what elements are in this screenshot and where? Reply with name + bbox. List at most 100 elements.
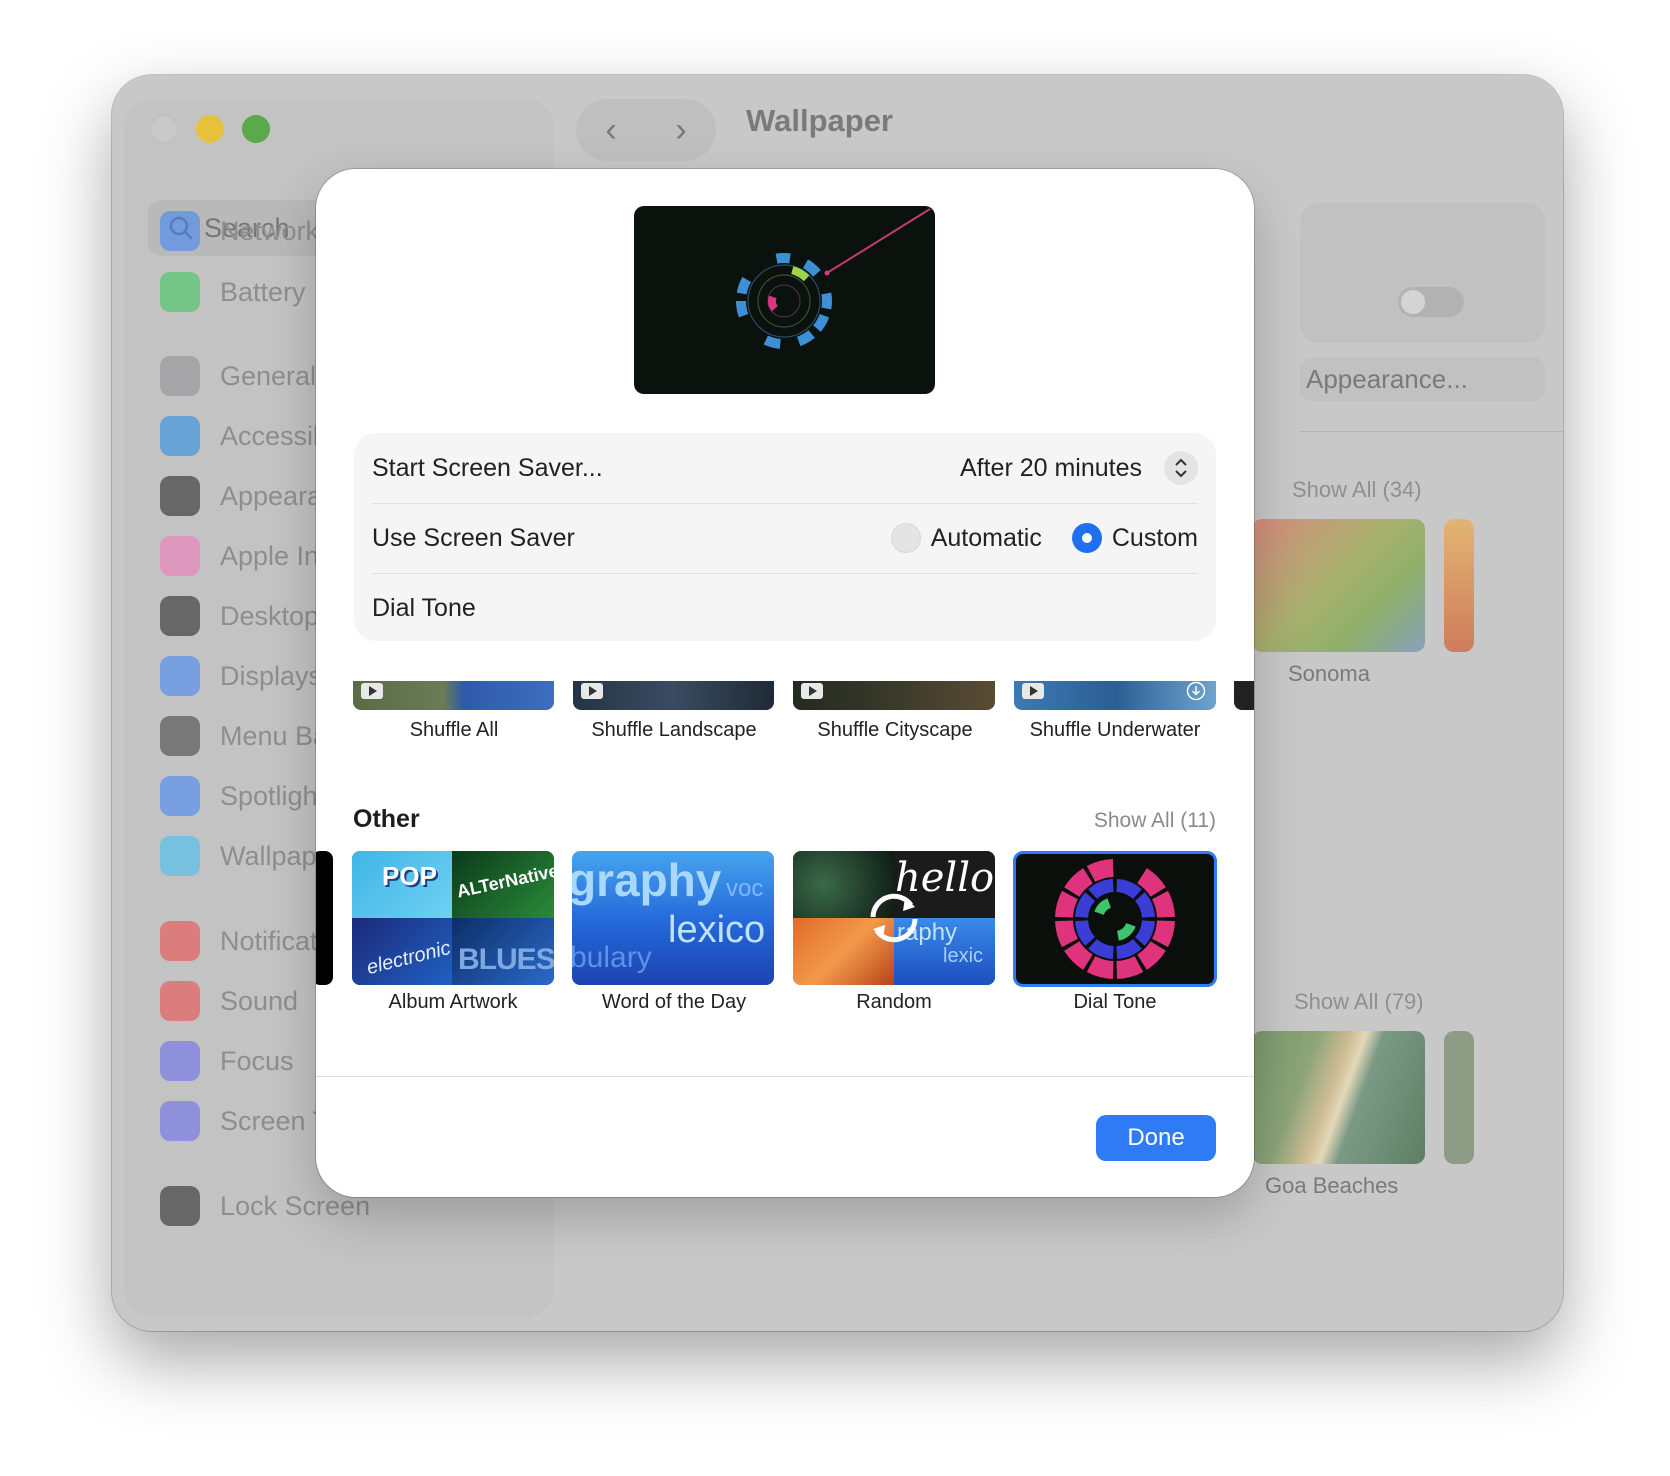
radio-automatic-label: Automatic xyxy=(930,523,1042,552)
dial-beam-dot xyxy=(824,270,830,276)
sidebar-item[interactable]: Network xyxy=(160,209,319,253)
sidebar-item-label: Focus xyxy=(220,1045,294,1076)
sidebar-item[interactable]: Wallpaper xyxy=(148,824,378,888)
thumb-shuffle-all[interactable] xyxy=(353,681,554,710)
play-icon xyxy=(1022,683,1044,699)
sidebar-item-icon xyxy=(160,981,200,1021)
saver-caption: Word of the Day xyxy=(601,991,747,1013)
thumb-word-of-the-day[interactable]: graphy voc lexico bulary xyxy=(572,851,774,985)
wallpaper-caption: Goa Beaches xyxy=(1265,1173,1399,1198)
sidebar-item-label: Battery xyxy=(220,276,306,307)
wallpaper-thumb-sonoma[interactable] xyxy=(1252,519,1425,652)
sidebar-item[interactable]: Menu Bar xyxy=(160,714,337,758)
wallpaper-thumb-next[interactable] xyxy=(1444,519,1474,652)
dial-outer-segment xyxy=(813,313,830,332)
sidebar-item[interactable]: Spotlight xyxy=(160,774,325,818)
thumb-previous[interactable] xyxy=(316,851,333,985)
album-word: POP xyxy=(382,861,437,891)
radio-custom-label: Custom xyxy=(1111,523,1198,552)
radio-button-selected[interactable] xyxy=(1071,523,1102,553)
dial-inner-segment xyxy=(1117,923,1136,941)
wallpaper-thumb-next[interactable] xyxy=(1444,1031,1474,1164)
minimize-button[interactable] xyxy=(196,115,224,143)
window-title: Wallpaper xyxy=(746,103,893,138)
word-text: bulary xyxy=(572,941,652,974)
thumb-shuffle-landscape[interactable] xyxy=(573,681,774,710)
footer-divider xyxy=(316,1076,1254,1077)
popup-stepper[interactable] xyxy=(1164,451,1198,485)
dial-outer-segment xyxy=(736,301,749,318)
dial-outer-segment xyxy=(1137,868,1166,897)
dial-outer-segment xyxy=(1064,941,1093,970)
sidebar-item-icon xyxy=(160,1186,200,1226)
screen-saver-dialog: Shuffle All Shuffle Landscape Shuffle Ci… xyxy=(316,169,1254,1197)
dial-middle-segment xyxy=(1135,892,1155,918)
zoom-button[interactable] xyxy=(242,115,270,143)
show-all-link[interactable]: Show All (79) xyxy=(1294,989,1424,1015)
show-all-other[interactable]: Show All (11) xyxy=(1094,809,1216,833)
appearance-button[interactable]: Appearance... xyxy=(1300,357,1545,401)
sidebar-item-icon xyxy=(160,1101,200,1141)
show-all-link[interactable]: Show All (34) xyxy=(1292,477,1422,503)
forward-button[interactable]: › xyxy=(675,111,686,150)
start-screen-saver-value[interactable]: After 20 minutes xyxy=(960,454,1142,483)
dial-middle-segment xyxy=(1075,892,1095,918)
sidebar-item-icon xyxy=(160,356,200,396)
toggle-switch[interactable] xyxy=(1398,287,1464,317)
sidebar-item-label: Sound xyxy=(220,985,299,1016)
play-icon xyxy=(581,683,603,699)
thumb-album-artwork[interactable]: POP ALTerNative electronic BLUES xyxy=(352,851,554,985)
screen-saver-preview xyxy=(634,206,935,394)
done-button[interactable]: Done xyxy=(1096,1115,1216,1161)
back-button[interactable]: ‹ xyxy=(605,111,616,150)
sidebar-item-icon xyxy=(160,211,200,251)
close-button[interactable] xyxy=(150,115,178,143)
sidebar-item[interactable]: Focus xyxy=(160,1039,294,1083)
saver-caption: Shuffle Underwater xyxy=(1029,719,1201,741)
divider xyxy=(1300,431,1563,432)
thumb-more[interactable] xyxy=(1234,681,1254,710)
use-screen-saver-row: Use Screen Saver Automatic Custom xyxy=(372,503,1198,573)
dial-outer-segment xyxy=(1055,890,1078,918)
thumb-shuffle-cityscape[interactable] xyxy=(793,681,995,710)
use-screen-saver-label: Use Screen Saver xyxy=(372,523,575,552)
download-icon xyxy=(1186,681,1206,701)
sidebar-item[interactable]: Displays xyxy=(160,654,322,698)
dial-middle-segment xyxy=(1116,939,1142,959)
dial-tone-preview-graphic xyxy=(736,208,931,349)
dial-outer-segment xyxy=(775,253,791,264)
sidebar-item[interactable]: Battery xyxy=(160,270,306,314)
thumb-random[interactable]: hello raphy lexic xyxy=(793,851,995,985)
dial-outer-segment xyxy=(1064,868,1093,897)
dial-outer-segment xyxy=(1055,920,1078,948)
sidebar-item-label: Displays xyxy=(220,660,323,691)
wallpaper-caption: Sonoma xyxy=(1288,661,1370,686)
dial-outer-segment xyxy=(796,330,815,347)
sidebar-item[interactable]: Sound xyxy=(160,979,298,1023)
radio-custom[interactable]: Custom xyxy=(1071,523,1198,553)
radio-automatic[interactable]: Automatic xyxy=(890,523,1042,553)
saver-caption: Shuffle All xyxy=(409,719,499,741)
dial-outer-segment xyxy=(1086,956,1114,979)
thumb-dial-tone[interactable] xyxy=(1013,851,1217,987)
thumb-shuffle-underwater[interactable] xyxy=(1014,681,1216,710)
wallpaper-thumb-goa-beaches[interactable] xyxy=(1252,1031,1425,1164)
dial-ring xyxy=(757,274,811,328)
dial-outer-segment xyxy=(1137,941,1166,970)
sidebar-item-label: Network xyxy=(220,215,320,246)
sidebar-item-icon xyxy=(160,921,200,961)
sidebar-item-icon xyxy=(160,476,200,516)
start-screen-saver-label: Start Screen Saver... xyxy=(372,453,603,482)
sidebar-item[interactable]: Notificatio xyxy=(160,919,339,963)
sidebar-item-icon xyxy=(160,536,200,576)
sidebar-item-icon xyxy=(160,656,200,696)
sidebar-item-icon xyxy=(160,716,200,756)
dial-middle-segment xyxy=(1088,939,1114,959)
radio-button[interactable] xyxy=(890,523,921,553)
selected-saver-label: Dial Tone xyxy=(372,593,476,622)
dial-outer-segment xyxy=(1116,956,1144,979)
sidebar-item-icon xyxy=(160,776,200,816)
dial-outer-segment xyxy=(1152,920,1175,948)
sidebar-item[interactable]: General xyxy=(160,354,316,398)
saver-caption: Random xyxy=(856,991,932,1013)
